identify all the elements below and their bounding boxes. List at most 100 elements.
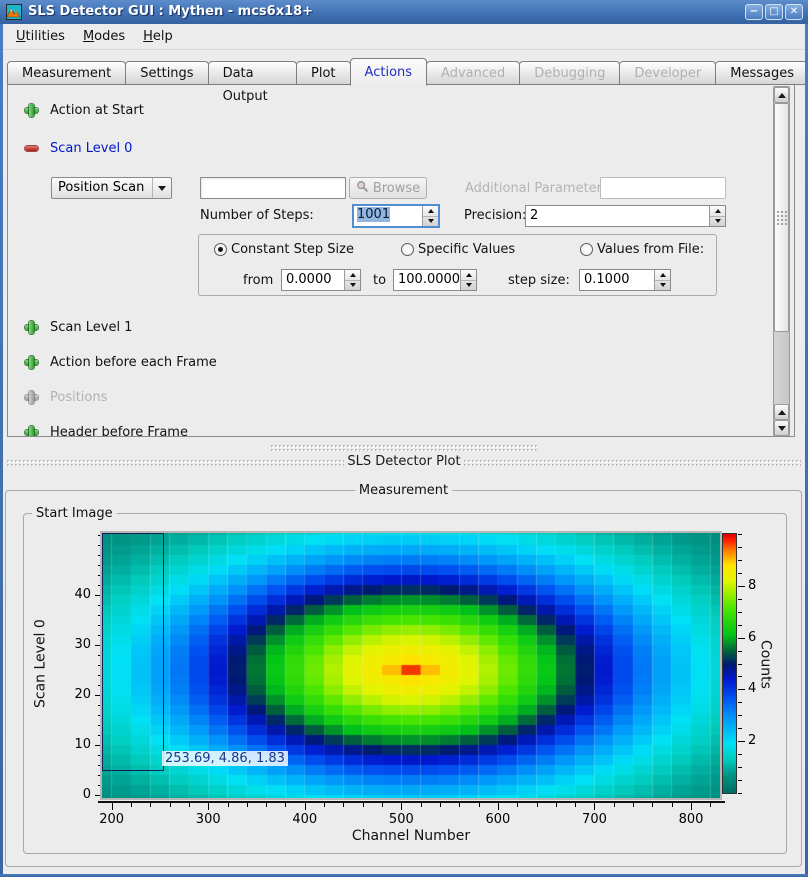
colorbar-tick	[738, 767, 742, 768]
number-of-steps-value: 1001	[357, 207, 390, 222]
x-tick	[652, 803, 653, 807]
colorbar-tick-label: 2	[748, 733, 756, 748]
action-row[interactable]: Action at Start	[24, 102, 144, 118]
menu-item-utilities[interactable]: Utilities	[7, 25, 74, 48]
additional-parameter-label: Additional Parameter:	[465, 181, 606, 196]
splitter-handle[interactable]	[270, 444, 537, 451]
number-of-steps-label: Number of Steps:	[200, 208, 314, 223]
action-label: Scan Level 0	[50, 141, 132, 156]
maximize-button[interactable]: □	[765, 4, 783, 20]
collapse-minus-icon[interactable]	[24, 141, 39, 156]
constant-step-radio[interactable]	[214, 243, 227, 256]
colorbar-title: Counts	[757, 535, 774, 794]
expand-plus-icon[interactable]	[24, 320, 39, 335]
window-title: SLS Detector GUI : Mythen - mcs6x18+	[28, 0, 313, 24]
tab-advanced: Advanced	[426, 61, 520, 85]
colorbar-tick	[738, 715, 742, 716]
step-size-label: step size:	[508, 273, 570, 288]
action-row[interactable]: Positions	[24, 389, 107, 405]
spin-buttons[interactable]	[344, 270, 360, 290]
x-tick	[575, 803, 576, 807]
x-tick	[672, 803, 673, 807]
tab-data-output[interactable]: Data Output	[208, 61, 297, 85]
x-axis-labels: 200300400500600700800	[102, 812, 722, 827]
minimize-button[interactable]: −	[745, 4, 763, 20]
to-label: to	[373, 273, 386, 288]
expand-plus-icon[interactable]	[24, 103, 39, 118]
action-row[interactable]: Scan Level 1	[24, 319, 132, 335]
scrollbar-down-button[interactable]	[774, 420, 789, 436]
scrollbar-up-button-2[interactable]	[774, 404, 789, 420]
x-tick-label: 500	[379, 812, 423, 827]
scan-script-input[interactable]	[200, 177, 346, 199]
colorbar-tick	[738, 638, 745, 639]
vertical-scrollbar[interactable]	[773, 86, 790, 437]
title-bar[interactable]: SLS Detector GUI : Mythen - mcs6x18+ − □…	[0, 0, 808, 24]
x-tick	[517, 803, 518, 807]
scrollbar-thumb[interactable]	[774, 103, 789, 332]
x-tick	[479, 803, 480, 807]
colorbar-tick	[738, 664, 742, 665]
x-tick	[208, 803, 209, 810]
step-size-spinbox[interactable]: 0.1000	[579, 269, 671, 291]
x-tick	[556, 803, 557, 807]
y-tick-label: 0	[83, 787, 91, 802]
colorbar-tick	[738, 547, 742, 548]
chevron-down-icon[interactable]	[152, 178, 171, 198]
spin-buttons[interactable]	[709, 206, 725, 226]
tab-messages[interactable]: Messages	[715, 61, 808, 85]
x-tick	[363, 803, 364, 807]
tab-settings[interactable]: Settings	[125, 61, 208, 85]
from-spinbox[interactable]: 0.0000	[281, 269, 361, 291]
spin-buttons[interactable]	[460, 270, 476, 290]
splitter-handle-left[interactable]	[6, 459, 344, 466]
precision-spinbox[interactable]: 2	[525, 205, 726, 227]
grip-icon	[776, 210, 787, 225]
action-row[interactable]: Action before each Frame	[24, 354, 217, 370]
menu-bar: UtilitiesModesHelp	[3, 24, 805, 50]
colorbar-tick	[738, 651, 742, 652]
constant-step-label[interactable]: Constant Step Size	[231, 242, 354, 257]
values-from-file-radio[interactable]	[580, 243, 593, 256]
action-row[interactable]: Header before Frame	[24, 424, 188, 437]
x-tick	[285, 803, 286, 807]
colorbar-tick-label: 8	[748, 578, 756, 593]
tab-plot[interactable]: Plot	[296, 61, 351, 85]
close-button[interactable]: ✕	[785, 4, 803, 20]
menu-item-help[interactable]: Help	[134, 25, 182, 48]
plot-canvas-frame: 253.69, 4.86, 1.83	[100, 531, 722, 800]
colorbar-tick	[738, 741, 745, 742]
scrollbar-up-button[interactable]	[774, 87, 789, 103]
y-tick-label: 20	[74, 687, 91, 702]
y-tick-label: 10	[74, 737, 91, 752]
action-label: Scan Level 1	[50, 320, 132, 335]
x-tick	[343, 803, 344, 807]
tab-measurement[interactable]: Measurement	[7, 61, 126, 85]
spin-buttons[interactable]	[422, 206, 438, 226]
y-axis-title: Scan Level 0	[32, 531, 49, 796]
scan-mode-select[interactable]: Position Scan	[51, 177, 172, 199]
values-from-file-label[interactable]: Values from File:	[597, 242, 704, 257]
tab-actions[interactable]: Actions	[350, 58, 428, 86]
to-spinbox[interactable]: 100.0000	[393, 269, 477, 291]
tab-debugging: Debugging	[519, 61, 620, 85]
colorbar-tick	[738, 625, 742, 626]
x-tick	[633, 803, 634, 807]
expand-plus-icon[interactable]	[24, 355, 39, 370]
from-value: 0.0000	[286, 272, 332, 287]
splitter-handle-right[interactable]	[463, 459, 801, 466]
spin-buttons[interactable]	[654, 270, 670, 290]
expand-plus-icon[interactable]	[24, 425, 39, 438]
mountain-logo-icon	[6, 4, 22, 20]
colorbar-canvas	[723, 534, 736, 793]
action-row[interactable]: Scan Level 0	[24, 140, 132, 156]
action-label: Positions	[50, 390, 107, 405]
y-tick-label: 40	[74, 587, 91, 602]
menu-item-modes[interactable]: Modes	[74, 25, 134, 48]
number-of-steps-spinbox[interactable]: 1001	[352, 204, 440, 228]
specific-values-label[interactable]: Specific Values	[418, 242, 515, 257]
browse-button-label: Browse	[373, 181, 420, 196]
specific-values-radio[interactable]	[401, 243, 414, 256]
x-tick	[421, 803, 422, 807]
colorbar-tick	[738, 573, 742, 574]
